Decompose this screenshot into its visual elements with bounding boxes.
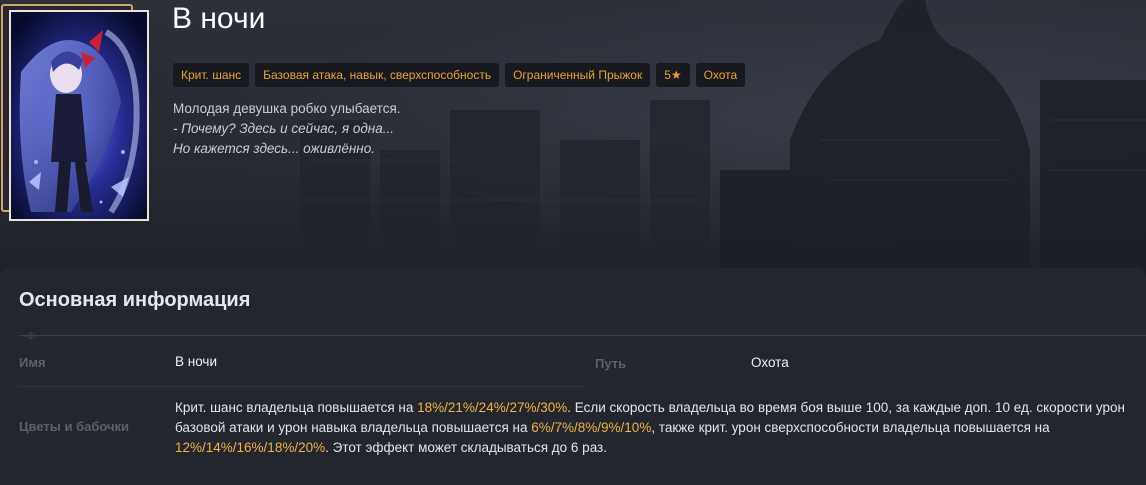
info-panel: Основная информация ◁▷ Имя В ночи Путь О…: [0, 268, 1146, 485]
name-label: Имя: [19, 355, 46, 370]
section-divider: [19, 335, 1146, 336]
effect-text-part: , также крит. урон сверхспособности влад…: [651, 420, 1050, 435]
effect-text-part: Крит. шанс владельца повышается на: [175, 400, 418, 415]
effect-label: Цветы и бабочки: [19, 419, 130, 434]
description-line: Молодая девушка робко улыбается.: [173, 101, 401, 116]
name-value: В ночи: [175, 354, 217, 369]
effect-text-part: . Этот эффект может складываться до 6 ра…: [325, 440, 607, 455]
city-silhouette: [300, 0, 1146, 290]
tag-list: Крит. шанс Базовая атака, навык, сверхсп…: [173, 63, 746, 87]
effect-value-crit-dmg: 12%/14%/16%/18%/20%: [175, 440, 326, 455]
row-divider: [19, 386, 585, 387]
character-art: [11, 12, 147, 219]
description-line: - Почему? Здесь и сейчас, я одна...: [173, 121, 394, 136]
path-label: Путь: [595, 356, 627, 371]
effect-value-crit-rate: 18%/21%/24%/27%/30%: [417, 400, 568, 415]
tag-crit-rate[interactable]: Крит. шанс: [173, 63, 250, 87]
tag-path[interactable]: Охота: [695, 63, 746, 87]
collapse-icon[interactable]: ◁▷: [24, 331, 38, 340]
section-title: Основная информация: [19, 289, 251, 311]
effect-value-damage: 6%/7%/8%/9%/10%: [531, 420, 652, 435]
tag-rarity[interactable]: 5★: [656, 63, 690, 87]
tag-banner[interactable]: Ограниченный Прыжок: [505, 63, 651, 87]
path-value: Охота: [751, 355, 789, 370]
effect-text: Крит. шанс владельца повышается на 18%/2…: [175, 398, 1135, 458]
hero-background: В ночи Крит. шанс Базовая атака, навык, …: [0, 0, 1146, 290]
tag-damage-types[interactable]: Базовая атака, навык, сверхспособность: [255, 63, 500, 87]
lightcone-title: В ночи: [172, 2, 266, 35]
lightcone-description: Молодая девушка робко улыбается. - Почем…: [173, 99, 401, 159]
lightcone-portrait[interactable]: [9, 10, 149, 221]
description-line: Но кажется здесь... оживлённо.: [173, 141, 375, 156]
